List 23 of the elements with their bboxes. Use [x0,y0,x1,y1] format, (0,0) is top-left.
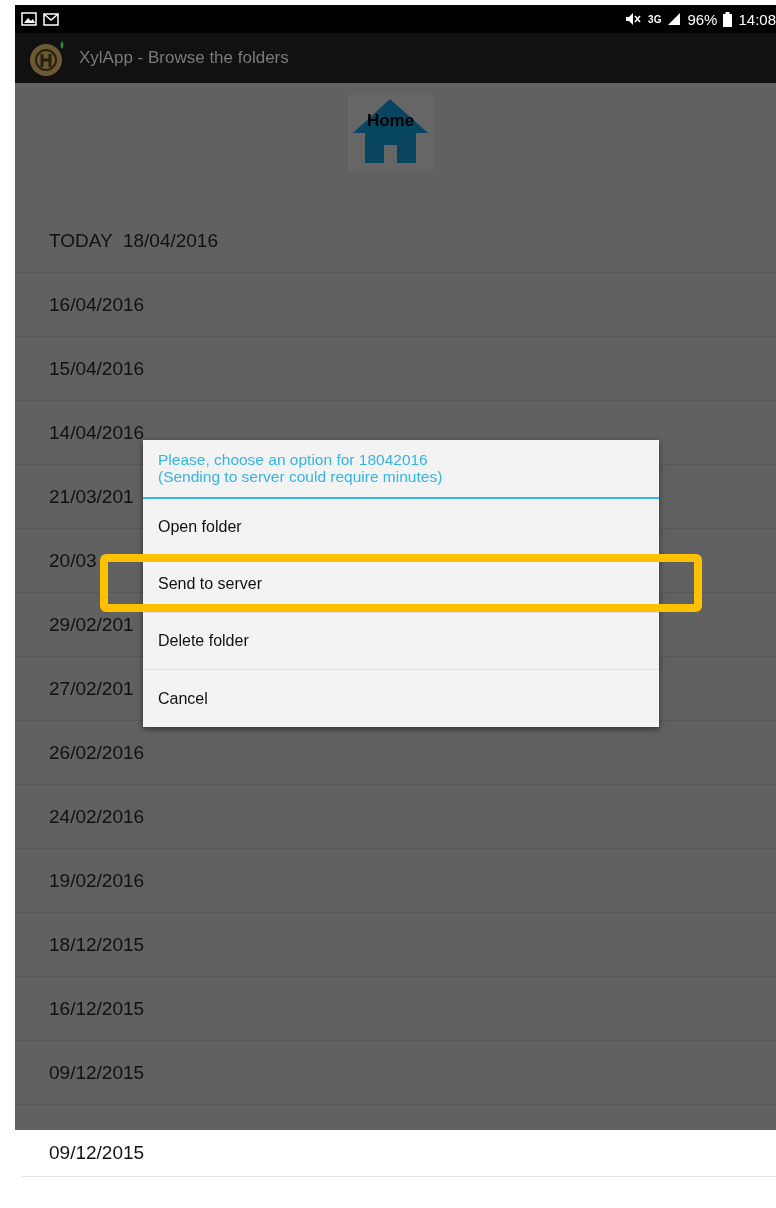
dialog-option[interactable]: Delete folder [143,613,659,670]
mute-icon [624,12,643,26]
folder-item[interactable]: TODAY 18/04/2016 [15,209,776,273]
battery-icon [723,11,733,27]
dialog-option[interactable]: Send to server [143,556,659,613]
folder-item[interactable]: 24/02/2016 [15,785,776,849]
app-title: XylApp - Browse the folders [79,48,289,68]
folder-item[interactable]: 09/12/2015 [22,1130,776,1177]
network-type: 3G [648,13,662,25]
battery-percent: 96% [687,10,718,28]
clock: 14:08 [738,10,776,28]
folder-item[interactable]: 16/12/2015 [15,977,776,1041]
dialog-option[interactable]: Open folder [143,499,659,556]
picture-icon [21,12,37,26]
folder-item[interactable]: 19/02/2016 [15,849,776,913]
home-button[interactable]: Home [348,95,433,171]
folder-item[interactable]: 18/12/2015 [15,913,776,977]
folder-item[interactable]: 09/12/2015 [15,1041,776,1105]
mail-icon [43,12,59,26]
signal-icon [667,12,682,26]
folder-item[interactable]: 15/04/2016 [15,337,776,401]
dialog-title: Please, choose an option for 18042016 (Sending to server could require minutes) [143,440,659,499]
folder-item[interactable]: 16/04/2016 [15,273,776,337]
